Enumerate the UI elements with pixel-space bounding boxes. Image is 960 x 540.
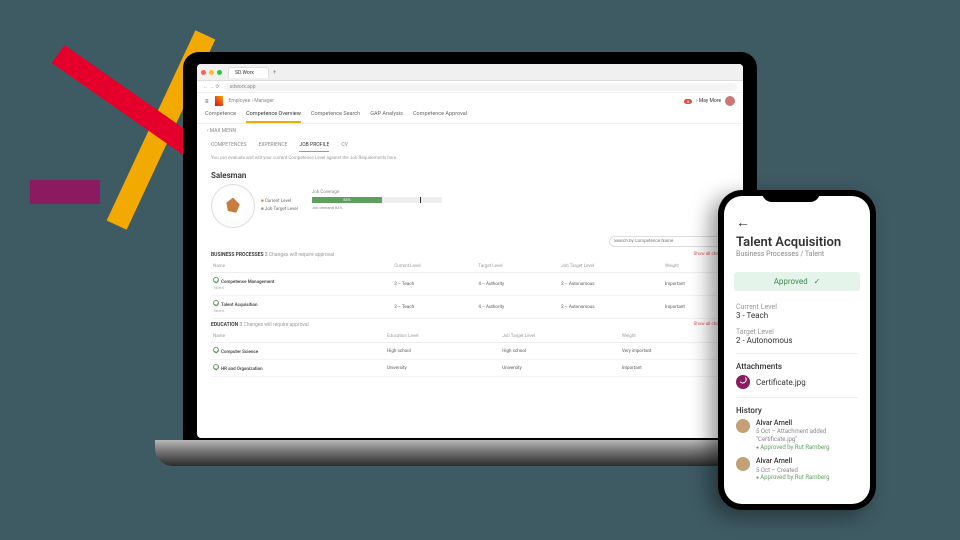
phone-app: ← Talent Acquisition Business Processes … [724,196,870,504]
browser-chrome: SD Worx + [197,64,743,81]
back-icon[interactable]: ← [736,214,858,231]
status-ok-icon [213,347,219,353]
subtab-job-profile[interactable]: JOB PROFILE [299,142,329,152]
status-ok-icon [213,300,219,306]
radar-chart [211,184,255,228]
job-panel: Salesman Current Level Job Target Level … [197,165,743,234]
check-icon: ✓ [814,277,821,286]
status-ok-icon [213,364,219,370]
phone-mockup: ← Talent Acquisition Business Processes … [718,190,876,510]
close-icon[interactable] [201,70,206,75]
logo-icon [215,96,223,106]
phone-subtitle: Business Processes / Talent [736,250,858,258]
user-menu[interactable]: 3 › May More [684,96,735,106]
url-bar[interactable]: ← → ⟳ sdworx.app [197,81,743,93]
secondary-tabs: COMPETENCES EXPERIENCE JOB PROFILE CV [197,138,743,152]
avatar [736,419,750,433]
current-level: Current Level 3 - Teach [724,299,870,324]
table-row[interactable]: HR and OrganizationUniversityUniversityI… [211,360,729,377]
approved-badge: Approved✓ [734,272,860,291]
avatar [725,96,735,106]
job-coverage: Job Coverage 54% Job demand 83% [312,190,729,210]
section-header: EDUCATION 3 Changes will require approva… [211,322,309,328]
laptop-mockup: SD Worx + ← → ⟳ sdworx.app ≡ Employee › … [155,52,785,492]
header-breadcrumb: Employee › Manager [229,98,274,104]
subtab-experience[interactable]: EXPERIENCE [259,142,288,152]
tab-competence-search[interactable]: Competence Search [311,111,360,123]
subtab-cv[interactable]: CV [341,142,347,152]
target-level: Target Level 2 - Autonomous [724,324,870,349]
radar-legend: Current Level Job Target Level [261,198,298,214]
app-header: ≡ Employee › Manager 3 › May More [197,93,743,109]
job-title: Salesman [211,171,298,180]
app-window: SD Worx + ← → ⟳ sdworx.app ≡ Employee › … [197,64,743,438]
primary-tabs: Competence Competence Overview Competence … [197,109,743,124]
subtab-competences[interactable]: COMPETENCES [211,142,247,152]
history-section: History Alvar Arnell5 Oct – Attachment a… [724,402,870,492]
menu-icon[interactable]: ≡ [205,98,209,105]
phone-title: Talent Acquisition [736,235,858,250]
tab-competence[interactable]: Competence [205,111,236,123]
maximize-icon[interactable] [217,70,222,75]
attachments-section: Attachments Certificate.jpg [724,358,870,393]
back-link[interactable]: ‹ MAX MENN [197,124,743,138]
table-row[interactable]: Talent AcquisitionTalent3 – Teach4 – Aut… [211,296,729,319]
tab-competence-approval[interactable]: Competence Approval [413,111,467,123]
tab-competence-overview[interactable]: Competence Overview [246,111,301,123]
avatar [736,457,750,471]
table-row[interactable]: Computer ScienceHigh schoolHigh schoolVe… [211,343,729,360]
history-item: Alvar Arnell5 Oct – CreatedApproved by R… [736,457,858,482]
hint-text: You can evaluate and edit your current C… [197,152,743,165]
status-ok-icon [213,277,219,283]
section-header: BUSINESS PROCESSES 3 Changes will requir… [211,252,334,258]
minimize-icon[interactable] [209,70,214,75]
tab-gap-analysis[interactable]: GAP Analysis [370,111,403,123]
browser-tab[interactable]: SD Worx [228,67,269,78]
table-row[interactable]: Competence ManagementTalent3 – Teach4 – … [211,273,729,296]
attachment-icon [736,375,750,389]
notification-badge: 3 [684,99,692,104]
history-item: Alvar Arnell5 Oct – Attachment added "Ce… [736,419,858,451]
attachment-file[interactable]: Certificate.jpg [736,375,858,389]
search-input[interactable] [609,236,729,247]
new-tab-icon[interactable]: + [273,69,276,76]
coverage-bar-fill: 54% [312,197,382,203]
